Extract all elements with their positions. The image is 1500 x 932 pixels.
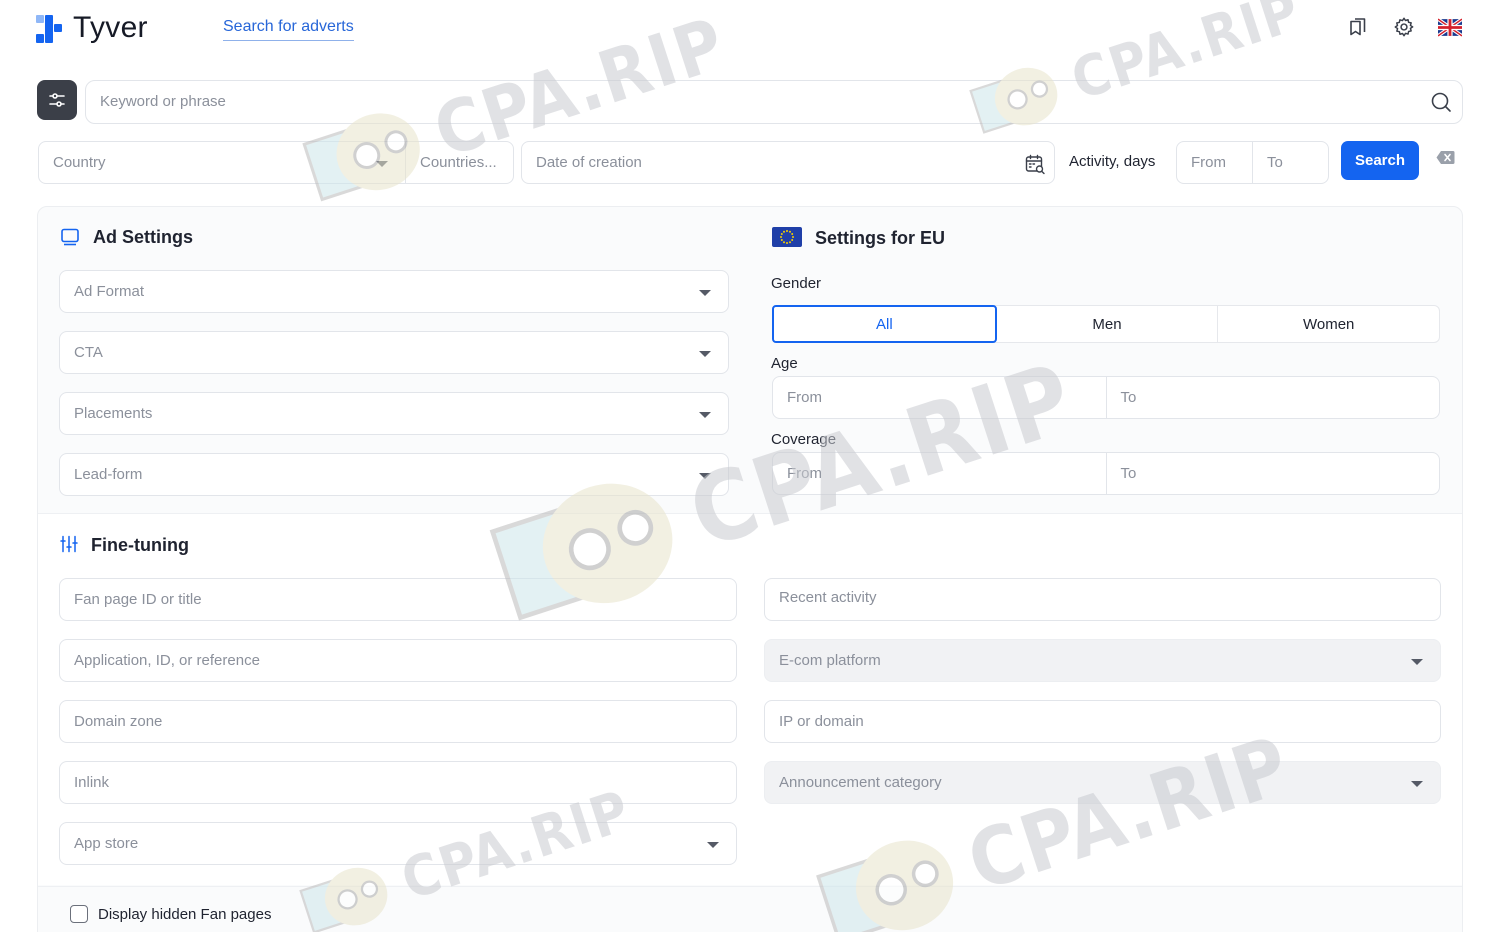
fan-page-input[interactable]: Fan page ID or title [59,578,737,621]
domain-zone-placeholder: Domain zone [74,713,163,730]
chevron-down-icon [376,161,388,167]
age-range: From To [772,376,1440,419]
coverage-to-input[interactable]: To [1105,453,1440,494]
activity-to-placeholder: To [1267,154,1283,171]
gender-option-women[interactable]: Women [1218,306,1439,342]
inlink-input[interactable]: Inlink [59,761,737,804]
application-input[interactable]: Application, ID, or reference [59,639,737,682]
announcement-category-placeholder: Announcement category [779,774,942,791]
country-placeholder: Country [53,154,106,171]
lead-form-placeholder: Lead-form [74,466,143,483]
coverage-range: From To [772,452,1440,495]
activity-from-placeholder: From [1191,154,1226,171]
domain-zone-input[interactable]: Domain zone [59,700,737,743]
calendar-search-icon[interactable] [1024,153,1046,175]
fine-tuning-title: Fine-tuning [91,535,189,555]
chevron-down-icon [707,842,719,848]
keyword-search-input[interactable]: Keyword or phrase [85,80,1463,124]
chevron-down-icon [699,473,711,479]
age-to-placeholder: To [1120,389,1137,406]
hidden-fanpages-checkbox[interactable] [70,905,88,923]
app-store-select[interactable]: App store [59,822,737,865]
cta-placeholder: CTA [74,344,103,361]
sliders-icon [49,93,65,107]
filters-toggle-button[interactable] [37,80,77,120]
ecom-platform-placeholder: E-com platform [779,652,881,669]
search-button[interactable]: Search [1341,141,1419,180]
recent-activity-input[interactable]: Recent activity [764,578,1441,621]
country-select[interactable]: Country Countries... [38,141,514,184]
eu-flag-icon [772,227,802,247]
ip-or-domain-input[interactable]: IP or domain [764,700,1441,743]
chevron-down-icon [1411,781,1423,787]
coverage-from-placeholder: From [787,465,822,482]
date-of-creation-input[interactable]: Date of creation [521,141,1055,184]
logo[interactable]: Tyver [36,12,148,44]
gender-label: Gender [771,275,822,292]
activity-days-label: Activity, days [1069,153,1156,170]
clear-icon[interactable] [1436,150,1455,165]
keyword-placeholder: Keyword or phrase [100,93,226,110]
app-store-placeholder: App store [74,835,139,852]
search-icon[interactable] [1430,91,1452,113]
lead-form-select[interactable]: Lead-form [59,453,729,496]
top-bar: Tyver Search for adverts [0,0,1500,60]
fan-page-placeholder: Fan page ID or title [74,591,202,608]
hidden-fanpages-option[interactable]: Display hidden Fan pages [70,905,271,923]
coverage-from-input[interactable]: From [773,453,1106,494]
ip-or-domain-placeholder: IP or domain [779,713,864,730]
cta-select[interactable]: CTA [59,331,729,374]
chevron-down-icon [699,351,711,357]
hidden-fanpages-label: Display hidden Fan pages [98,905,272,923]
chevron-down-icon [699,290,711,296]
nav-link-search-adverts[interactable]: Search for adverts [223,18,354,41]
uk-flag-icon[interactable] [1438,15,1462,39]
countries-placeholder: Countries... [420,154,497,171]
activity-range: From To [1176,141,1329,184]
gear-icon[interactable] [1392,15,1416,39]
age-from-input[interactable]: From [773,377,1106,418]
monitor-icon [61,228,79,246]
gender-selector: All Men Women [772,305,1440,343]
activity-to-input[interactable]: To [1252,142,1328,183]
activity-from-input[interactable]: From [1177,142,1252,183]
ad-format-select[interactable]: Ad Format [59,270,729,313]
age-to-input[interactable]: To [1105,377,1440,418]
bookmarks-icon[interactable] [1346,15,1370,39]
coverage-to-placeholder: To [1120,465,1137,482]
logo-mark-icon [36,13,63,44]
placements-select[interactable]: Placements [59,392,729,435]
eu-settings-title: Settings for EU [815,228,946,248]
ad-settings-title: Ad Settings [93,227,194,247]
gender-option-men[interactable]: Men [997,306,1219,342]
inlink-placeholder: Inlink [74,774,110,791]
date-placeholder: Date of creation [536,154,642,171]
gender-option-all[interactable]: All [772,305,997,343]
chevron-down-icon [699,412,711,418]
ecom-platform-select[interactable]: E-com platform [764,639,1441,682]
placements-placeholder: Placements [74,405,153,422]
recent-activity-placeholder: Recent activity [779,589,877,606]
logo-text: Tyver [73,11,148,44]
tuning-sliders-icon [60,535,78,553]
age-label: Age [771,355,798,372]
chevron-down-icon [1411,659,1423,665]
coverage-label: Coverage [771,431,837,448]
age-from-placeholder: From [787,389,822,406]
application-placeholder: Application, ID, or reference [74,652,260,669]
announcement-category-select[interactable]: Announcement category [764,761,1441,804]
ad-format-placeholder: Ad Format [74,283,145,300]
